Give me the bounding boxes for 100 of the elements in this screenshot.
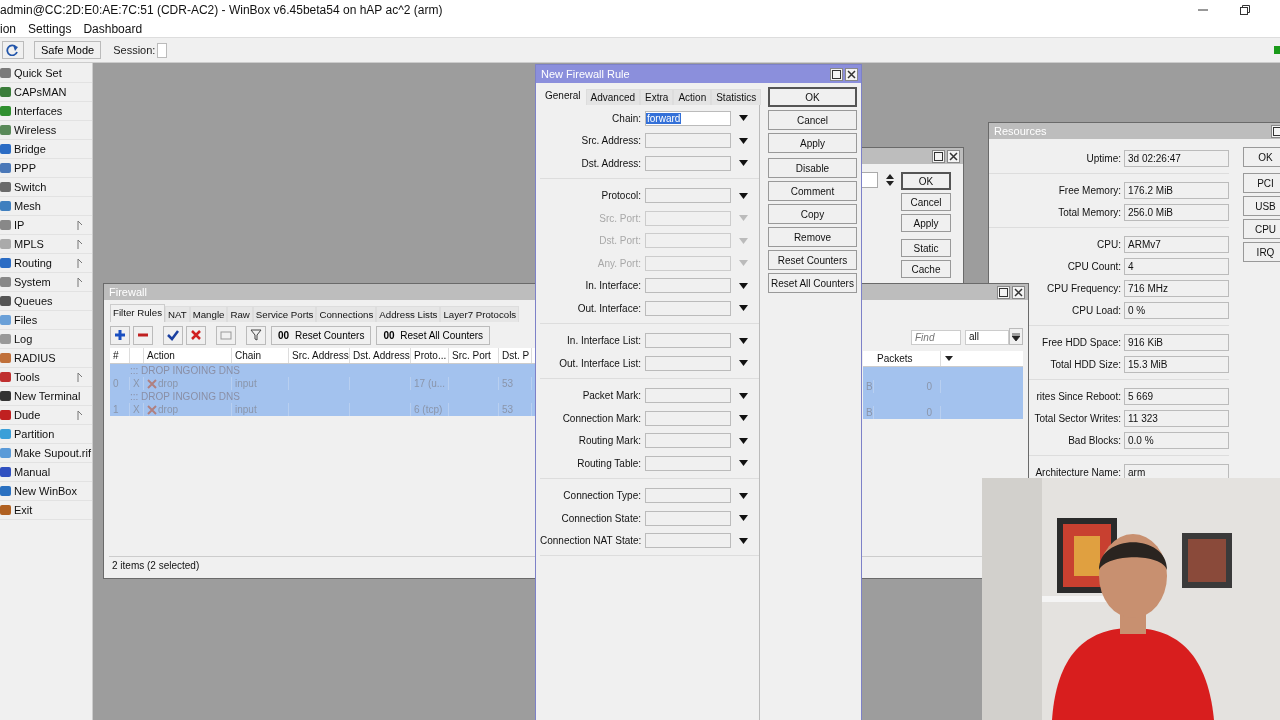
dialog-button[interactable]: Copy bbox=[768, 204, 857, 224]
window-title: admin@CC:2D:E0:AE:7C:51 (CDR-AC2) - WinBox v6.45beta54 on hAP ac^2 (arm) bbox=[0, 3, 443, 17]
dialog-button[interactable]: CPU bbox=[1243, 219, 1280, 239]
sidebar-item[interactable]: Bridge bbox=[0, 140, 92, 159]
tab[interactable]: Statistics bbox=[711, 89, 762, 105]
menu-item[interactable]: Dashboard bbox=[83, 21, 143, 36]
column-header[interactable]: Proto... bbox=[411, 348, 449, 363]
sidebar-item[interactable]: Log bbox=[0, 330, 92, 349]
safe-mode-button[interactable]: Safe Mode bbox=[34, 41, 102, 59]
sidebar-item[interactable]: Make Supout.rif bbox=[0, 444, 92, 463]
tab[interactable]: Connections bbox=[316, 306, 377, 322]
field-label: rites Since Reboot: bbox=[1036, 390, 1121, 402]
sidebar-item[interactable]: Files bbox=[0, 311, 92, 330]
dialog-button[interactable]: PCI bbox=[1243, 173, 1280, 193]
column-header[interactable]: # bbox=[110, 348, 130, 363]
field-label: CPU Count: bbox=[1067, 260, 1121, 272]
field-label: Free Memory: bbox=[1058, 184, 1121, 196]
field-label: Connection Mark: bbox=[561, 412, 642, 424]
table-cell: 0 bbox=[874, 406, 941, 419]
dialog-button[interactable]: Static bbox=[901, 239, 951, 257]
dialog-button[interactable]: Apply bbox=[768, 133, 857, 153]
dialog-button[interactable]: Reset All Counters bbox=[768, 273, 857, 293]
tab[interactable]: Action bbox=[673, 89, 712, 105]
menu-item[interactable]: ion bbox=[0, 21, 16, 36]
window-title: Resources bbox=[994, 125, 1047, 137]
sidebar-item[interactable]: Queues bbox=[0, 292, 92, 311]
column-header[interactable]: Src. Port bbox=[449, 348, 499, 363]
dialog-button[interactable]: Cache bbox=[901, 260, 951, 278]
dialog-button[interactable]: Cancel bbox=[768, 110, 857, 130]
field-label: Total HDD Size: bbox=[1050, 358, 1121, 370]
dialog-button[interactable]: OK bbox=[901, 172, 951, 190]
table-cell: 53 bbox=[502, 377, 514, 390]
sidebar-item[interactable]: Quick Set bbox=[0, 64, 92, 83]
sidebar-item[interactable]: New Terminal bbox=[0, 387, 92, 406]
tab[interactable]: Layer7 Protocols bbox=[440, 306, 520, 322]
table-cell: X bbox=[133, 377, 140, 390]
sidebar-item[interactable]: Partition bbox=[0, 425, 92, 444]
column-header[interactable]: Action bbox=[144, 348, 232, 363]
value-field: 256.0 MiB bbox=[1124, 203, 1229, 221]
sidebar-item[interactable]: Wireless bbox=[0, 121, 92, 140]
menu-item[interactable]: Settings bbox=[28, 21, 72, 36]
dialog-button[interactable]: Cancel bbox=[901, 193, 951, 211]
window-title: New Firewall Rule bbox=[541, 68, 630, 80]
tab[interactable]: NAT bbox=[165, 306, 190, 322]
sidebar-item[interactable]: CAPsMAN bbox=[0, 83, 92, 102]
column-header[interactable]: Src. Address bbox=[289, 348, 350, 363]
table-cell: input bbox=[235, 403, 257, 416]
sidebar-item[interactable]: RADIUS bbox=[0, 349, 92, 368]
tab[interactable]: Mangle bbox=[189, 306, 228, 322]
table-cell: X bbox=[133, 403, 140, 416]
sidebar-item[interactable]: Switch bbox=[0, 178, 92, 197]
dialog-button[interactable]: Apply bbox=[901, 214, 951, 232]
sidebar-item[interactable]: System bbox=[0, 273, 92, 292]
field-label: Bad Blocks: bbox=[1068, 434, 1121, 446]
sidebar-item[interactable]: Interfaces bbox=[0, 102, 92, 121]
value-field: 4 bbox=[1124, 257, 1229, 275]
dialog-button[interactable]: USB bbox=[1243, 196, 1280, 216]
reset-counters-button[interactable]: 00 Reset Counters bbox=[271, 325, 372, 345]
column-header[interactable]: Chain bbox=[232, 348, 289, 363]
dialog-button[interactable]: OK bbox=[1243, 147, 1280, 167]
tab[interactable]: Advanced bbox=[585, 89, 641, 105]
sidebar-item[interactable]: Mesh bbox=[0, 197, 92, 216]
tab[interactable]: Service Ports bbox=[252, 306, 317, 322]
dialog-button[interactable]: Comment bbox=[768, 181, 857, 201]
field-label: Src. Port: bbox=[598, 212, 642, 224]
sidebar-item[interactable]: Exit bbox=[0, 501, 92, 520]
table-cell: 17 (u... bbox=[414, 377, 446, 390]
sidebar-item[interactable]: Dude bbox=[0, 406, 92, 425]
column-header[interactable]: Dst. P bbox=[499, 348, 532, 363]
dialog-button[interactable]: Reset Counters bbox=[768, 250, 857, 270]
field-label: In. Interface: bbox=[584, 280, 642, 292]
sidebar-item[interactable]: MPLS bbox=[0, 235, 92, 254]
column-header[interactable]: Dst. Address bbox=[350, 348, 411, 363]
sidebar-item[interactable]: Tools bbox=[0, 368, 92, 387]
value-field: 716 MHz bbox=[1124, 279, 1229, 297]
tab[interactable]: Address Lists bbox=[376, 306, 441, 322]
sidebar-item[interactable]: New WinBox bbox=[0, 482, 92, 501]
value-field: 15.3 MiB bbox=[1124, 355, 1229, 373]
field-label: CPU Load: bbox=[1072, 304, 1121, 316]
filter-dropdown[interactable]: all bbox=[965, 330, 1009, 345]
dialog-button[interactable]: Disable bbox=[768, 158, 857, 178]
value-field: 11 323 bbox=[1124, 409, 1229, 427]
status-text: 2 items (2 selected) bbox=[112, 560, 200, 571]
input-field[interactable]: forward bbox=[645, 110, 731, 126]
field-label: CPU Frequency: bbox=[1047, 282, 1121, 294]
sidebar-item[interactable]: IP bbox=[0, 216, 92, 235]
reset-counters-button[interactable]: 00 Reset All Counters bbox=[376, 325, 491, 345]
field-label: Architecture Name: bbox=[1035, 466, 1121, 478]
tab[interactable]: Raw bbox=[227, 306, 253, 322]
tab[interactable]: Extra bbox=[640, 89, 674, 105]
find-field[interactable]: Find bbox=[911, 330, 961, 345]
sidebar-item[interactable]: Manual bbox=[0, 463, 92, 482]
sidebar-item[interactable]: PPP bbox=[0, 159, 92, 178]
field-label: Connection State: bbox=[560, 512, 642, 524]
tab[interactable]: Filter Rules bbox=[110, 304, 165, 322]
sidebar-item[interactable]: Routing bbox=[0, 254, 92, 273]
dialog-button[interactable]: Remove bbox=[768, 227, 857, 247]
dialog-button[interactable]: OK bbox=[768, 87, 857, 107]
dialog-button[interactable]: IRQ bbox=[1243, 242, 1280, 262]
field-label: In. Interface List: bbox=[566, 335, 642, 347]
